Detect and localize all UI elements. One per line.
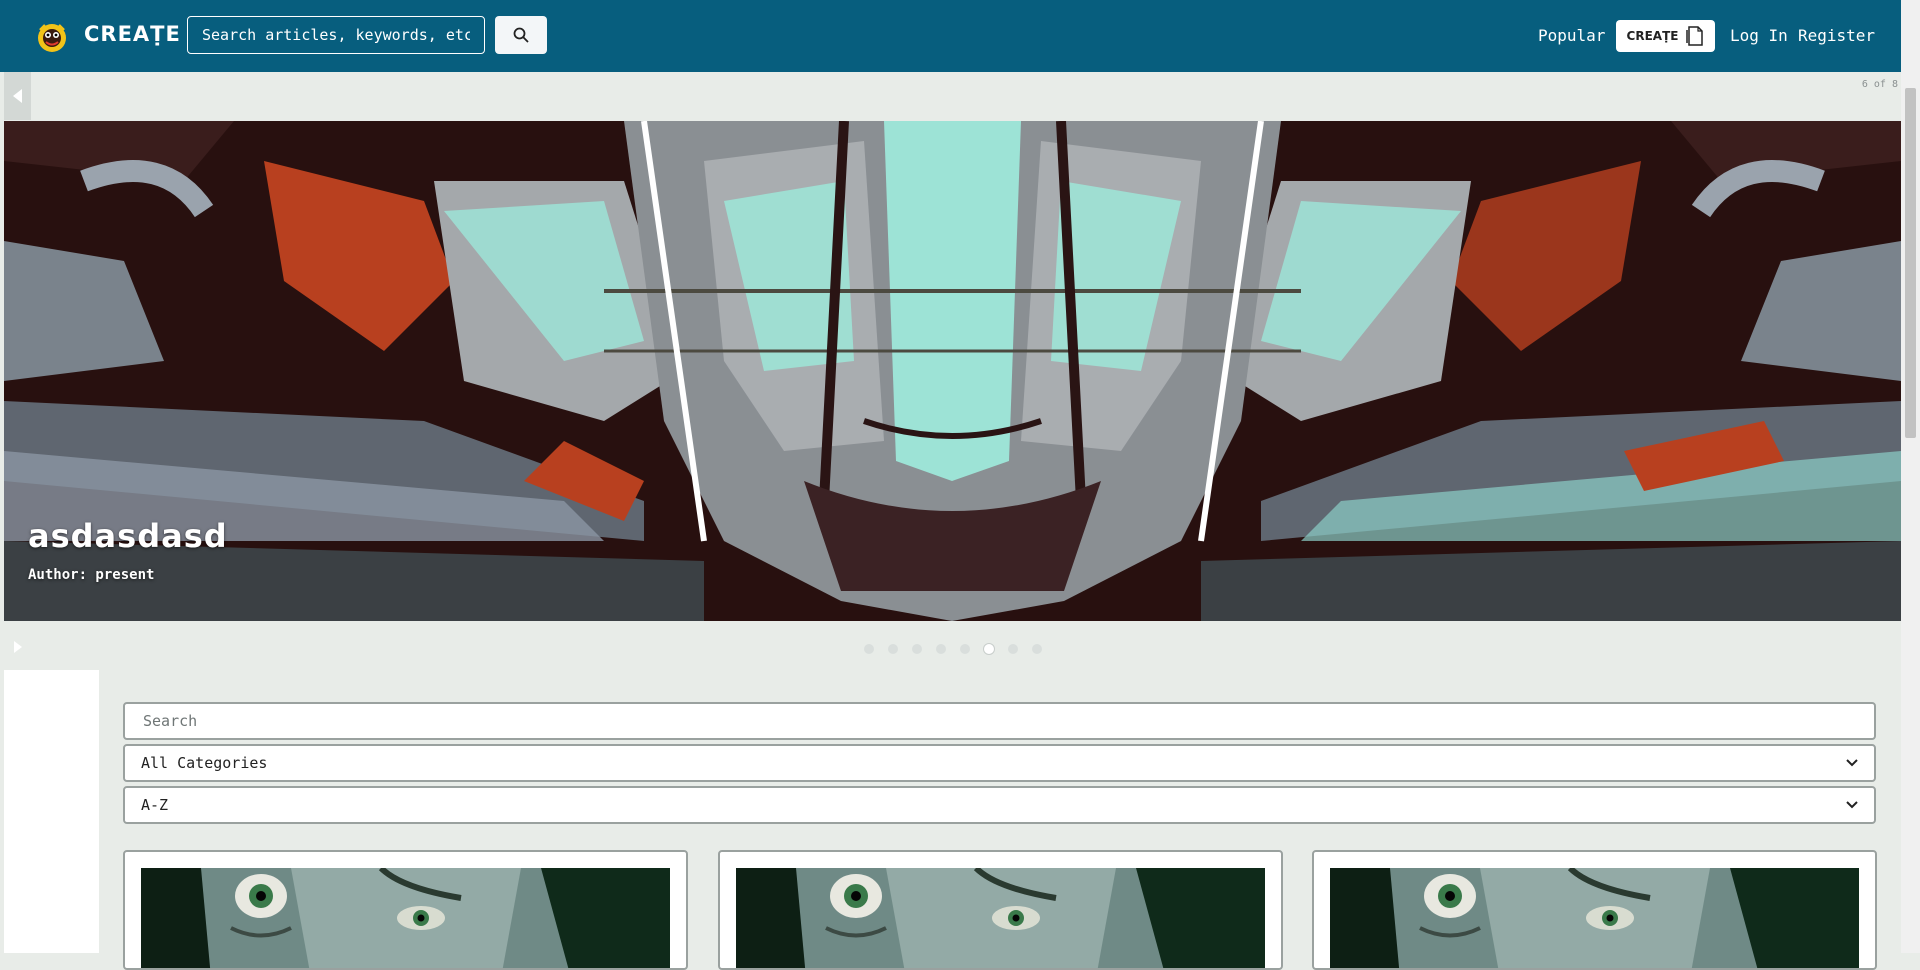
joker-face-image	[1330, 868, 1859, 968]
article-thumbnail[interactable]	[1330, 868, 1859, 968]
header-search-input[interactable]	[187, 16, 485, 54]
caret-right-icon	[13, 641, 22, 653]
carousel-dot-active[interactable]	[984, 644, 994, 654]
slide-author: Author: present	[28, 567, 155, 583]
sort-select[interactable]: A-Z	[123, 786, 1876, 824]
category-select[interactable]: All Categories	[123, 744, 1876, 782]
chevron-down-icon	[1846, 759, 1858, 767]
carousel-dot[interactable]	[960, 644, 970, 654]
carousel-dot[interactable]	[936, 644, 946, 654]
article-search-input[interactable]	[141, 711, 1858, 731]
slide-counter: 6 of 8	[1861, 79, 1898, 90]
carousel-dot[interactable]	[912, 644, 922, 654]
popular-link[interactable]: Popular	[1538, 26, 1605, 45]
joker-face-image	[736, 868, 1265, 968]
article-thumbnail[interactable]	[736, 868, 1265, 968]
carousel-dot[interactable]	[888, 644, 898, 654]
search-icon	[513, 27, 529, 43]
document-icon	[1686, 26, 1704, 46]
carousel-dot[interactable]	[864, 644, 874, 654]
sort-select-value: A-Z	[141, 796, 169, 814]
register-link[interactable]: Register	[1798, 26, 1875, 45]
carousel-dot[interactable]	[1032, 644, 1042, 654]
carousel-prev-button[interactable]	[4, 72, 31, 120]
carousel-indicators	[864, 644, 1042, 654]
article-search-field	[123, 702, 1876, 740]
page-scrollbar[interactable]	[1901, 0, 1920, 953]
logo-icon[interactable]	[36, 21, 68, 53]
slide-artwork	[4, 121, 1901, 621]
brand-name[interactable]: CREAṬE	[84, 22, 181, 46]
caret-left-icon	[12, 89, 22, 103]
carousel-next-button[interactable]	[4, 630, 31, 664]
create-button[interactable]: CREAṬE	[1616, 20, 1715, 52]
top-navbar: CREAṬE Popular CREAṬE Log In Register	[0, 0, 1901, 72]
scrollbar-thumb[interactable]	[1905, 88, 1916, 438]
login-link[interactable]: Log In	[1730, 26, 1788, 45]
carousel-dot[interactable]	[1008, 644, 1018, 654]
category-select-value: All Categories	[141, 754, 268, 772]
header-search-button[interactable]	[495, 16, 547, 54]
article-thumbnail[interactable]	[141, 868, 670, 968]
article-card[interactable]	[1312, 850, 1877, 970]
article-card[interactable]	[123, 850, 688, 970]
create-button-label: CREAṬE	[1626, 29, 1679, 43]
joker-face-image	[141, 868, 670, 968]
carousel-slide[interactable]: asdasdasd Author: present	[4, 121, 1901, 621]
slide-title[interactable]: asdasdasd	[28, 517, 228, 555]
left-sidebar-panel	[4, 670, 99, 953]
article-card[interactable]	[718, 850, 1283, 970]
chevron-down-icon	[1846, 801, 1858, 809]
